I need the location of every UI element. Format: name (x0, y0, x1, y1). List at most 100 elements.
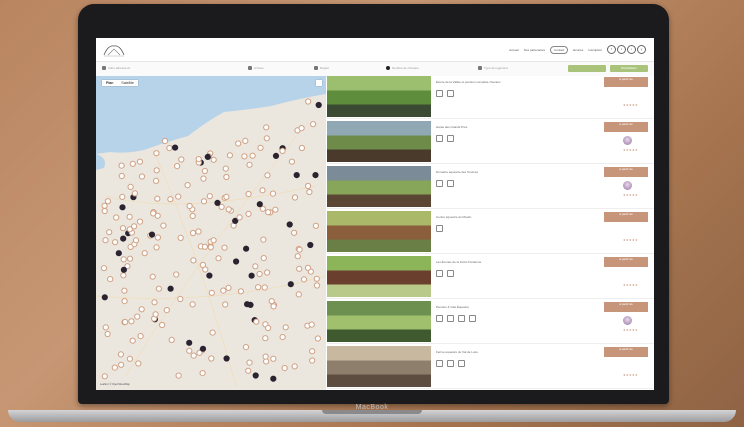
map-marker[interactable] (175, 372, 182, 379)
map-marker[interactable] (151, 299, 158, 306)
listing-title[interactable]: Domaine équestre des Sources (436, 170, 478, 174)
map-marker[interactable] (215, 255, 222, 262)
map-marker[interactable] (154, 195, 161, 202)
map-marker[interactable] (298, 125, 305, 132)
map-marker[interactable] (207, 244, 214, 251)
listing-title[interactable]: Centre équestre du Moulin (436, 215, 471, 219)
map-toggle-satellite[interactable]: Satellite (117, 80, 137, 86)
map-marker[interactable] (136, 158, 144, 165)
map-marker[interactable] (202, 266, 209, 273)
map-marker[interactable] (190, 352, 197, 359)
map-marker[interactable] (199, 345, 207, 352)
map-marker[interactable] (315, 101, 322, 109)
map-marker[interactable] (314, 335, 321, 342)
map-marker[interactable] (190, 257, 197, 264)
twitter-icon[interactable]: t (617, 45, 626, 54)
map-marker[interactable] (237, 288, 244, 295)
map-marker[interactable] (222, 301, 229, 308)
map-marker[interactable] (122, 318, 129, 326)
map-marker[interactable] (126, 213, 133, 220)
map-marker[interactable] (204, 153, 211, 161)
map-marker[interactable] (177, 234, 184, 241)
instagram-icon[interactable]: i (627, 45, 636, 54)
map-marker[interactable] (263, 135, 270, 142)
map-marker[interactable] (208, 355, 215, 362)
map-marker[interactable] (101, 202, 108, 209)
map-marker[interactable] (117, 351, 124, 358)
map-marker[interactable] (121, 287, 128, 294)
map-marker[interactable] (313, 282, 321, 289)
map-marker[interactable] (186, 202, 193, 210)
map-marker[interactable] (272, 206, 279, 213)
listing-title[interactable]: Haras des Grands Prés (436, 125, 467, 129)
map-marker[interactable] (264, 269, 271, 276)
map-marker[interactable] (242, 137, 249, 145)
map-marker[interactable] (270, 355, 277, 362)
location-filter[interactable]: Votre adresse ici (102, 66, 130, 70)
map-marker[interactable] (149, 273, 156, 280)
map-marker[interactable] (286, 221, 293, 228)
logo-icon[interactable] (102, 42, 126, 58)
map-marker[interactable] (242, 344, 250, 351)
map-marker[interactable] (118, 361, 125, 368)
map-marker[interactable] (186, 347, 193, 354)
map-marker[interactable] (166, 145, 173, 152)
arrival-input[interactable]: Arrivée (254, 66, 264, 70)
map-marker[interactable] (281, 365, 288, 372)
listing-title[interactable]: Écurie de la Vallée et pension complète … (436, 80, 500, 84)
map-marker[interactable] (101, 294, 108, 301)
map-marker[interactable] (265, 324, 272, 332)
nav-contact[interactable]: Contact (549, 45, 569, 54)
map-marker[interactable] (141, 250, 148, 257)
map-marker[interactable] (131, 223, 138, 230)
map-marker[interactable] (200, 175, 207, 182)
map-marker[interactable] (118, 172, 125, 180)
map-marker[interactable] (104, 198, 111, 205)
map-marker[interactable] (223, 355, 230, 362)
map-marker[interactable] (129, 160, 136, 167)
listing-row[interactable]: Pension & Gîte Équestre à partir de ★★★★★ (327, 301, 654, 344)
map-marker[interactable] (294, 253, 301, 260)
map-marker[interactable] (120, 256, 127, 263)
map-marker[interactable] (245, 210, 252, 217)
map-marker[interactable] (101, 373, 108, 380)
map-marker[interactable] (153, 244, 160, 251)
map-marker[interactable] (304, 264, 312, 271)
map-marker[interactable] (178, 156, 185, 163)
map-marker[interactable] (226, 152, 233, 159)
map-marker[interactable] (112, 239, 119, 246)
map-marker[interactable] (136, 218, 144, 225)
map-marker[interactable] (225, 206, 232, 213)
map-marker[interactable] (107, 276, 114, 283)
map-marker[interactable] (155, 285, 163, 292)
map-marker[interactable] (312, 222, 319, 229)
map-marker[interactable] (167, 285, 174, 292)
listing-photo[interactable] (327, 121, 431, 162)
map-marker[interactable] (308, 321, 315, 328)
map-marker[interactable] (264, 172, 271, 179)
map-marker[interactable] (209, 329, 216, 336)
map-marker[interactable] (195, 228, 202, 235)
map-marker[interactable] (225, 284, 232, 291)
map-marker[interactable] (262, 353, 269, 360)
map-marker[interactable] (222, 165, 229, 172)
map-marker[interactable] (200, 198, 208, 205)
map-marker[interactable] (221, 244, 228, 251)
map-marker[interactable] (195, 156, 202, 163)
map-marker[interactable] (261, 284, 268, 291)
map-marker[interactable] (120, 266, 127, 273)
map-marker[interactable] (127, 183, 134, 191)
map-marker[interactable] (120, 272, 127, 279)
listing-photo[interactable] (327, 256, 431, 297)
map-marker[interactable] (111, 364, 118, 371)
map-marker[interactable] (167, 196, 174, 203)
facebook-icon[interactable]: f (607, 45, 616, 54)
map-marker[interactable] (306, 188, 313, 196)
listing-title[interactable]: Les Écuries de la Forêt d'Ardenne (436, 260, 481, 264)
map-marker[interactable] (252, 263, 259, 270)
map-marker[interactable] (305, 98, 312, 105)
map-marker[interactable] (241, 153, 248, 160)
map-marker[interactable] (153, 177, 160, 185)
map-marker[interactable] (253, 318, 260, 325)
map-marker[interactable] (248, 272, 255, 279)
